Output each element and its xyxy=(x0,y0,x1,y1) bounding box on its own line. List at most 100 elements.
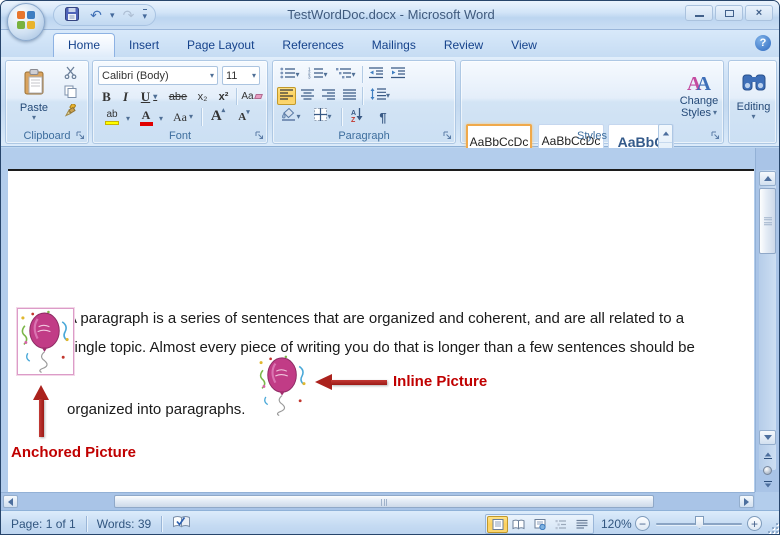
close-button[interactable]: × xyxy=(745,5,773,21)
paste-dropdown-icon: ▾ xyxy=(32,114,36,122)
sort-button[interactable]: A Z xyxy=(345,108,369,126)
zoom-in-button[interactable]: + xyxy=(747,516,762,531)
print-layout-icon xyxy=(492,519,504,530)
decrease-indent-icon xyxy=(369,66,383,84)
shrink-font-button[interactable]: A ▾ xyxy=(233,108,255,126)
borders-button[interactable]: ▾ xyxy=(309,108,337,126)
scrollbar-corner xyxy=(755,492,779,510)
paragraph-text-line-2[interactable]: single topic. Almost every piece of writ… xyxy=(67,339,695,356)
font-color-dropdown-icon[interactable]: ▾ xyxy=(159,115,163,123)
font-size-combo[interactable]: 11 ▾ xyxy=(222,66,260,85)
justify-button[interactable] xyxy=(340,87,359,105)
numbering-icon: 123 xyxy=(308,66,323,84)
tab-references[interactable]: References xyxy=(268,34,357,57)
vscroll-thumb[interactable] xyxy=(759,188,776,254)
line-spacing-button[interactable]: ▾ xyxy=(366,87,394,105)
paragraph-text-line-3[interactable]: organized into paragraphs. xyxy=(67,401,245,418)
window-resize-grip[interactable] xyxy=(766,521,778,533)
justify-icon xyxy=(343,87,356,105)
paste-button[interactable]: Paste ▾ xyxy=(14,65,54,125)
numbering-button[interactable]: 123 ▾ xyxy=(305,66,331,83)
anchored-arrow-head xyxy=(33,385,49,400)
scroll-left-button[interactable] xyxy=(3,495,18,508)
tab-mailings[interactable]: Mailings xyxy=(358,34,430,57)
zoom-out-button[interactable]: − xyxy=(635,516,650,531)
select-browse-object-button[interactable] xyxy=(763,466,772,475)
clear-formatting-button[interactable]: Aa xyxy=(240,88,263,105)
office-logo-icon xyxy=(15,9,37,36)
word-count-status[interactable]: Words: 39 xyxy=(87,517,161,531)
font-dialog-launcher[interactable] xyxy=(253,129,265,141)
inline-picture[interactable] xyxy=(255,355,312,417)
outline-view-button[interactable] xyxy=(550,516,571,533)
cut-button[interactable] xyxy=(60,66,80,84)
font-color-button[interactable]: A xyxy=(134,108,158,126)
tab-view[interactable]: View xyxy=(497,34,551,57)
font-size-dropdown-icon: ▾ xyxy=(252,72,256,80)
next-page-button[interactable] xyxy=(759,477,776,491)
page-count-status[interactable]: Page: 1 of 1 xyxy=(1,517,86,531)
print-layout-view-button[interactable] xyxy=(487,516,508,533)
change-case-label: Aa xyxy=(173,110,187,125)
scroll-right-button[interactable] xyxy=(739,495,754,508)
align-center-button[interactable] xyxy=(298,87,317,105)
align-right-button[interactable] xyxy=(319,87,338,105)
change-case-button[interactable]: Aa ▾ xyxy=(169,108,197,126)
zoom-slider-handle[interactable] xyxy=(695,516,704,529)
office-button[interactable] xyxy=(7,3,45,41)
scroll-down-button[interactable] xyxy=(759,430,776,445)
align-left-button[interactable] xyxy=(277,87,296,105)
zoom-level-button[interactable]: 120% xyxy=(601,517,632,531)
decrease-indent-button[interactable] xyxy=(366,66,386,83)
tab-page-layout[interactable]: Page Layout xyxy=(173,34,268,57)
shading-button[interactable]: ▾ xyxy=(277,108,305,126)
align-right-icon xyxy=(322,87,335,105)
draft-view-button[interactable] xyxy=(571,516,592,533)
font-separator-1 xyxy=(236,88,237,105)
italic-button[interactable]: I xyxy=(117,88,134,105)
increase-indent-button[interactable] xyxy=(388,66,408,83)
page[interactable]: A paragraph is a series of sentences tha… xyxy=(8,169,754,492)
hscroll-thumb[interactable] xyxy=(114,495,654,508)
multilevel-list-button[interactable]: ▾ xyxy=(333,66,359,83)
tab-home[interactable]: Home xyxy=(53,33,115,57)
outline-icon xyxy=(555,519,567,530)
copy-button[interactable] xyxy=(60,85,80,103)
grow-font-button[interactable]: A ▴ xyxy=(206,106,230,126)
strikethrough-button[interactable]: abe xyxy=(165,88,191,105)
show-hide-pilcrow-button[interactable]: ¶ xyxy=(373,108,393,126)
previous-page-button[interactable] xyxy=(759,449,776,463)
multilevel-dropdown-icon: ▾ xyxy=(351,71,355,79)
maximize-button[interactable] xyxy=(715,5,743,21)
bold-button[interactable]: B xyxy=(98,88,115,105)
format-painter-button[interactable] xyxy=(60,104,80,122)
change-styles-button[interactable]: AA Change Styles ▾ xyxy=(677,65,721,127)
clipboard-dialog-launcher[interactable] xyxy=(74,129,86,141)
tab-insert[interactable]: Insert xyxy=(115,34,173,57)
highlight-dropdown-icon[interactable]: ▾ xyxy=(126,115,130,123)
spellcheck-status-button[interactable] xyxy=(162,515,201,532)
help-button[interactable]: ? xyxy=(755,35,771,51)
tab-review[interactable]: Review xyxy=(430,34,497,57)
document-area[interactable]: A paragraph is a series of sentences tha… xyxy=(1,148,757,492)
minimize-button[interactable] xyxy=(685,5,713,21)
font-name-combo[interactable]: Calibri (Body) ▾ xyxy=(98,66,218,85)
horizontal-scrollbar[interactable] xyxy=(1,492,757,510)
scroll-up-button[interactable] xyxy=(759,171,776,186)
vertical-scrollbar[interactable] xyxy=(755,148,779,492)
web-layout-view-button[interactable] xyxy=(529,516,550,533)
paragraph-text-line-1[interactable]: A paragraph is a series of sentences tha… xyxy=(67,310,684,327)
underline-button[interactable]: U ▾ xyxy=(136,88,162,105)
superscript-button[interactable]: x² xyxy=(214,88,233,105)
editing-button[interactable]: Editing ▾ xyxy=(733,65,774,127)
highlight-color-button[interactable]: ab xyxy=(98,108,126,126)
font-color-label: A xyxy=(142,109,151,121)
paragraph-dialog-launcher[interactable] xyxy=(441,129,453,141)
inline-picture-label: Inline Picture xyxy=(393,373,487,390)
subscript-button[interactable]: x₂ xyxy=(193,88,212,105)
copy-icon xyxy=(64,85,77,103)
bullets-button[interactable]: ▾ xyxy=(277,66,303,83)
styles-dialog-launcher[interactable] xyxy=(709,129,721,141)
anchored-picture[interactable] xyxy=(17,308,74,375)
full-screen-reading-view-button[interactable] xyxy=(508,516,529,533)
